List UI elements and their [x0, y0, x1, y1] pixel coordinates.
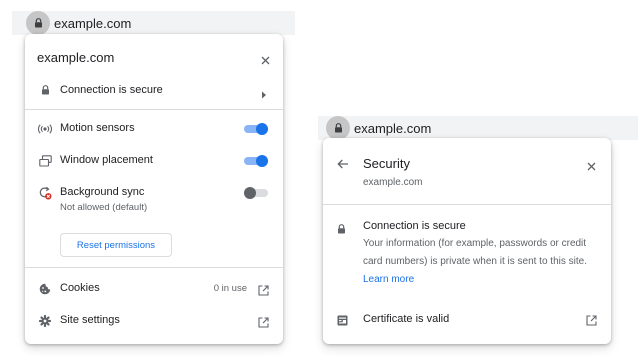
learn-more-link[interactable]: Learn more [363, 274, 414, 285]
security-subtitle: example.com [363, 177, 423, 188]
cookies-label: Cookies [60, 282, 100, 294]
back-arrow-icon [337, 159, 348, 169]
site-settings-label: Site settings [60, 314, 120, 326]
external-link-icon [258, 283, 269, 301]
security-title: Security [363, 156, 410, 171]
permission-label: Motion sensors [60, 122, 135, 134]
gear-icon [37, 313, 53, 329]
background-sync-toggle[interactable] [244, 187, 268, 199]
connection-description: Your information (for example, passwords… [363, 235, 603, 289]
reset-permissions-button[interactable]: Reset permissions [60, 233, 172, 257]
certificate-row[interactable]: Certificate is valid [323, 310, 611, 328]
permission-row-window-placement[interactable]: Window placement [25, 152, 283, 170]
connection-description-text: Your information (for example, passwords… [363, 238, 587, 267]
certificate-icon [337, 313, 348, 331]
cookies-row[interactable]: Cookies 0 in use [25, 280, 283, 298]
cookies-count: 0 in use [213, 283, 247, 294]
cookie-icon [37, 281, 53, 297]
security-bubble: Security example.com Connection is secur… [323, 138, 611, 344]
connection-lock-icon [337, 221, 346, 239]
omnibox-url: example.com [354, 120, 432, 136]
motion-sensors-icon [37, 121, 53, 137]
site-info-button[interactable] [326, 116, 350, 140]
certificate-label: Certificate is valid [363, 313, 450, 325]
background-sync-icon [37, 185, 53, 201]
lock-icon [34, 18, 42, 28]
close-button[interactable] [255, 50, 275, 70]
left-omnibox[interactable]: example.com [12, 11, 295, 35]
site-info-button[interactable] [26, 11, 50, 35]
site-settings-row[interactable]: Site settings [25, 312, 283, 330]
lock-icon [334, 123, 342, 133]
permission-row-motion-sensors[interactable]: Motion sensors [25, 120, 283, 138]
chevron-right-icon [261, 86, 267, 104]
right-omnibox[interactable]: example.com [318, 116, 638, 140]
close-button[interactable] [581, 156, 601, 176]
permission-status: Not allowed (default) [60, 202, 148, 213]
divider [25, 109, 283, 110]
motion-sensors-toggle[interactable] [244, 123, 268, 135]
permission-row-background-sync[interactable]: Background sync Not allowed (default) [25, 184, 283, 220]
connection-title: Connection is secure [363, 220, 466, 232]
close-icon [261, 56, 269, 64]
divider [25, 267, 283, 268]
omnibox-url: example.com [54, 15, 132, 31]
close-icon [587, 162, 595, 170]
page-info-bubble: example.com Connection is secure Motion … [25, 34, 283, 344]
divider [323, 204, 611, 205]
connection-lock-icon [37, 82, 53, 98]
connection-label: Connection is secure [60, 84, 163, 96]
page-info-title: example.com [37, 50, 115, 65]
back-button[interactable] [335, 156, 351, 172]
external-link-icon [258, 315, 269, 333]
window-placement-toggle[interactable] [244, 155, 268, 167]
permission-label: Window placement [60, 154, 153, 166]
external-link-icon [586, 313, 597, 331]
permission-label: Background sync [60, 186, 145, 198]
connection-row[interactable]: Connection is secure [25, 78, 283, 102]
window-placement-icon [37, 153, 53, 169]
